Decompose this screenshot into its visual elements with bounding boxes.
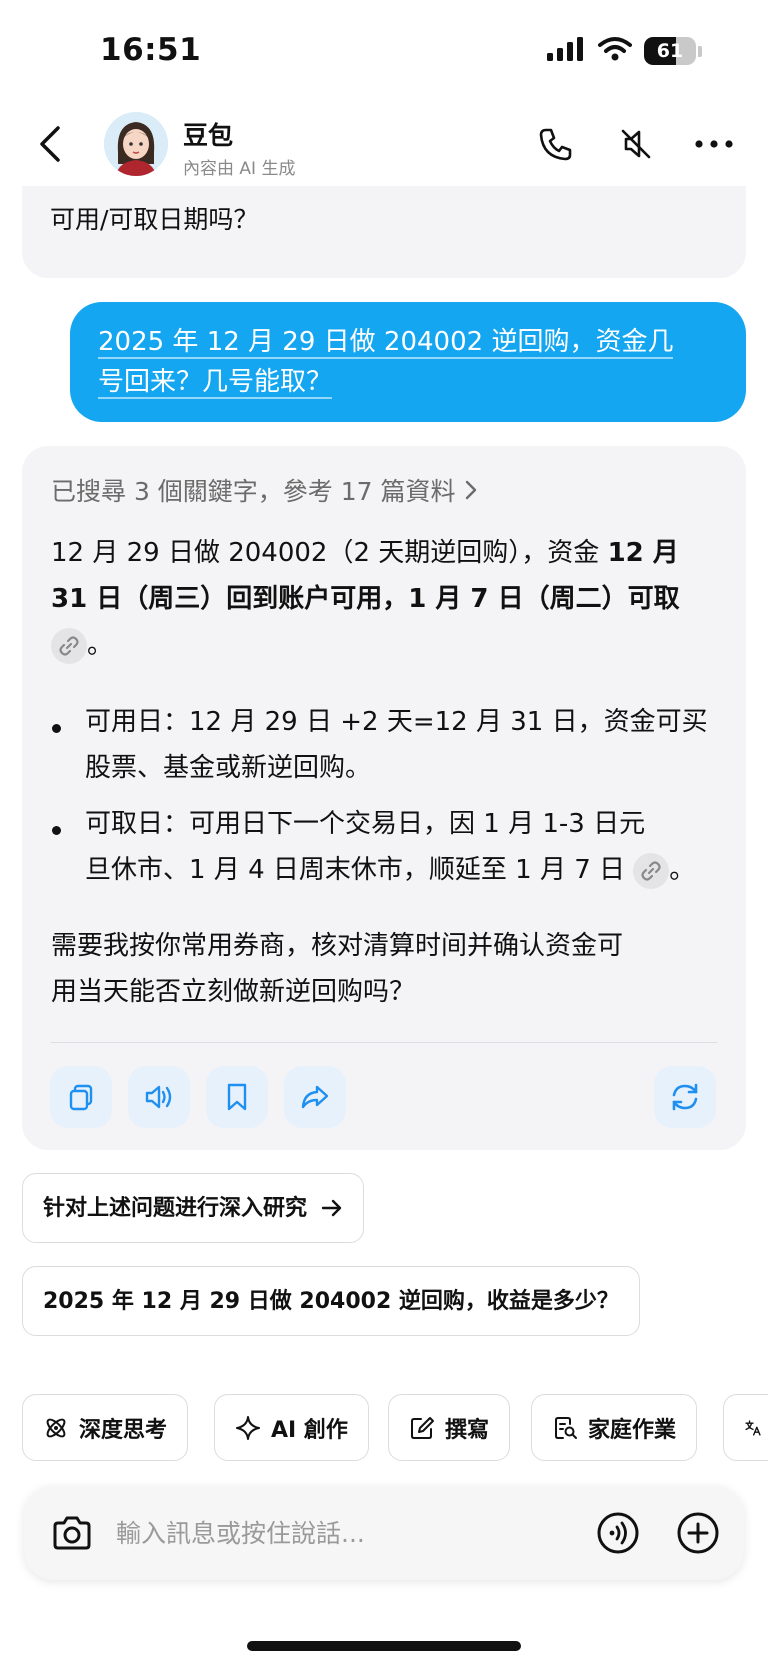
tool-label: 撰寫: [445, 1417, 490, 1443]
suggestion-question[interactable]: 2025 年 12 月 29 日做 204002 逆回购，收益是多少？: [22, 1266, 640, 1336]
suggestion-label: 针对上述问题进行深入研究: [43, 1195, 308, 1221]
user-message-bubble[interactable]: 2025 年 12 月 29 日做 204002 逆回购，资金几 号回来？几号能…: [70, 302, 746, 422]
user-message-line: 号回来？几号能取？: [98, 367, 333, 399]
tool-writing[interactable]: 撰寫: [388, 1394, 511, 1461]
translate-icon: [745, 1419, 761, 1436]
share-button[interactable]: [284, 1066, 346, 1128]
link-icon: [59, 635, 79, 656]
plus-circle-icon: [677, 1512, 719, 1554]
bullet-dot: [52, 724, 61, 733]
home-indicator[interactable]: [247, 1641, 521, 1651]
answer-closing-line: 用当天能否立刻做新逆回购吗？: [51, 977, 416, 1007]
sparkle-icon: [236, 1415, 260, 1440]
chat-header: 豆包 內容由 AI 生成: [0, 104, 768, 186]
bullet-text-line: 股票、基金或新逆回购。: [85, 753, 372, 783]
avatar[interactable]: [104, 112, 168, 176]
bullet-dot: [52, 826, 61, 835]
voice-wave-icon: [597, 1512, 639, 1554]
voice-button[interactable]: [594, 1509, 642, 1557]
arrow-right-icon: [321, 1199, 342, 1217]
ai-disclaimer: 內容由 AI 生成: [183, 159, 296, 179]
chat-screen: 16:51 61 可用/可取日期吗？ 豆包 內容由 AI 生成 2025 年 1…: [0, 0, 768, 1665]
status-icons: 61: [546, 36, 702, 66]
previous-message-line: 可用/可取日期吗？: [50, 205, 259, 234]
bullet-text-line: 可用日：12 月 29 日 +2 天=12 月 31 日，资金可买: [85, 707, 708, 737]
message-input[interactable]: [116, 1508, 586, 1558]
bookmark-button[interactable]: [206, 1066, 268, 1128]
add-attachment-button[interactable]: [674, 1509, 722, 1557]
suggestion-label: 2025 年 12 月 29 日做 204002 逆回购，收益是多少？: [43, 1288, 619, 1314]
search-summary-link[interactable]: 已搜尋 3 個關鍵字，參考 17 篇資料: [51, 472, 478, 508]
tool-ai-creation[interactable]: AI 創作: [214, 1394, 369, 1461]
more-options-button[interactable]: [692, 122, 736, 166]
copy-icon: [69, 1084, 93, 1111]
mute-button[interactable]: [614, 122, 658, 166]
message-composer: [24, 1486, 744, 1580]
tool-label: 深度思考: [79, 1417, 168, 1443]
tool-more[interactable]: [723, 1394, 768, 1461]
status-time: 16:51: [100, 32, 202, 68]
regenerate-button[interactable]: [654, 1066, 716, 1128]
copy-button[interactable]: [50, 1066, 112, 1128]
source-link-button[interactable]: [51, 627, 87, 664]
bookmark-icon: [227, 1083, 247, 1111]
tool-label: 家庭作業: [588, 1417, 677, 1443]
answer-intro-line: 12 月 29 日做 204002（2 天期逆回购），资金 12 月: [51, 538, 679, 568]
status-bar: 16:51 61: [0, 0, 768, 104]
user-message-line: 2025 年 12 月 29 日做 204002 逆回购，资金几: [98, 327, 674, 359]
camera-button[interactable]: [48, 1509, 96, 1557]
cellular-signal-icon: [546, 37, 586, 65]
tool-homework[interactable]: 家庭作業: [531, 1394, 698, 1461]
search-summary-text: 已搜尋 3 個關鍵字，參考 17 篇資料: [51, 477, 456, 506]
suggestion-deep-research[interactable]: 针对上述问题进行深入研究: [22, 1173, 365, 1243]
read-aloud-button[interactable]: [128, 1066, 190, 1128]
tool-deep-thinking[interactable]: 深度思考: [22, 1394, 189, 1461]
chevron-left-icon: [40, 126, 60, 162]
speaker-muted-icon: [621, 129, 651, 159]
link-icon: [641, 860, 661, 881]
call-button[interactable]: [534, 122, 578, 166]
homework-search-icon: [555, 1416, 577, 1439]
wifi-icon: [598, 36, 632, 66]
bullet-text-line: 旦休市、1 月 4 日周末休市，顺延至 1 月 7 日 。: [85, 847, 695, 893]
chevron-right-icon: [465, 480, 476, 500]
battery-indicator: 61: [644, 37, 696, 65]
refresh-icon: [672, 1083, 698, 1111]
chat-title: 豆包: [183, 121, 234, 150]
atom-icon: [46, 1418, 66, 1437]
more-dots-icon: [695, 140, 733, 148]
divider: [51, 1042, 717, 1043]
bullet-text-line: 可取日：可用日下一个交易日，因 1 月 1-3 日元: [85, 809, 646, 839]
edit-icon: [411, 1416, 434, 1439]
answer-intro-line: 。: [51, 622, 113, 668]
battery-tip: [698, 45, 702, 57]
phone-icon: [539, 128, 572, 161]
back-button[interactable]: [28, 122, 72, 166]
speaker-icon: [145, 1085, 172, 1109]
battery-percent: 61: [656, 40, 684, 62]
camera-icon: [53, 1516, 91, 1550]
assistant-answer-card: 已搜尋 3 個關鍵字，參考 17 篇資料 12 月 29 日做 204002（2…: [22, 446, 746, 1150]
answer-intro-line: 31 日（周三）回到账户可用，1 月 7 日（周二）可取: [51, 584, 680, 614]
share-arrow-icon: [301, 1085, 329, 1109]
tool-label: AI 創作: [271, 1417, 348, 1443]
answer-closing-line: 需要我按你常用券商，核对清算时间并确认资金可: [51, 931, 624, 961]
source-link-button[interactable]: [633, 852, 670, 889]
